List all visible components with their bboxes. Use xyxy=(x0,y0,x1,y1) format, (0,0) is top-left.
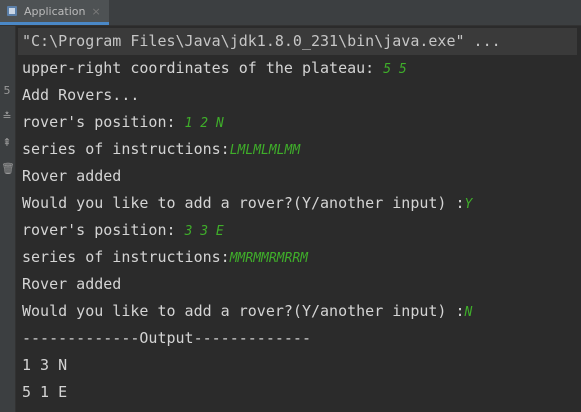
tab-label: Application xyxy=(24,4,86,18)
console-user-input: 5 5 xyxy=(383,62,407,77)
tool-window-tab-bar: Application × xyxy=(0,0,581,26)
console-prompt: series of instructions: xyxy=(22,140,230,158)
console-line: Rover added xyxy=(22,271,577,298)
console-command-line: "C:\Program Files\Java\jdk1.8.0_231\bin\… xyxy=(18,28,577,55)
console-user-input: N xyxy=(464,305,473,320)
console-user-input: Y xyxy=(464,197,473,212)
console-prompt: Add Rovers... xyxy=(22,86,140,104)
console-toolbar: 5 ≛ ⇞ 🗑 xyxy=(0,26,16,412)
console-user-input: 1 2 N xyxy=(184,116,224,131)
console-line: series of instructions:LMLMLMLMM xyxy=(22,136,577,163)
console-user-input: MMRMMRMRRM xyxy=(229,251,308,266)
scroll-to-end-icon[interactable]: ≛ xyxy=(1,110,13,124)
clear-all-icon[interactable]: 🗑 xyxy=(1,162,15,176)
close-icon[interactable]: × xyxy=(91,5,100,18)
tab-application[interactable]: Application × xyxy=(0,0,109,25)
console-line: -------------Output------------- xyxy=(22,325,577,352)
console-line: Add Rovers... xyxy=(22,82,577,109)
console-line: rover's position: 3 3 E xyxy=(22,217,577,244)
console-prompt: rover's position: xyxy=(22,221,185,239)
console-line: Would you like to add a rover?(Y/another… xyxy=(22,190,577,217)
console-output[interactable]: "C:\Program Files\Java\jdk1.8.0_231\bin\… xyxy=(18,28,577,406)
console-prompt: 1 3 N xyxy=(22,356,68,374)
print-icon[interactable]: ⇞ xyxy=(1,136,13,150)
console-prompt: series of instructions: xyxy=(22,248,230,266)
console-prompt: Rover added xyxy=(22,167,122,185)
console-line: Rover added xyxy=(22,163,577,190)
console-user-input: LMLMLMLMM xyxy=(229,143,301,158)
run-config-icon xyxy=(6,5,18,17)
console-prompt: Would you like to add a rover?(Y/another… xyxy=(22,302,465,320)
console-prompt: -------------Output------------- xyxy=(22,329,311,347)
console-line: series of instructions:MMRMMRMRRM xyxy=(22,244,577,271)
console-prompt: rover's position: xyxy=(22,113,185,131)
soft-wrap-icon[interactable]: 5 xyxy=(1,84,13,98)
console-line: 5 1 E xyxy=(22,379,577,406)
console-line: rover's position: 1 2 N xyxy=(22,109,577,136)
console-user-input: 3 3 E xyxy=(184,224,224,239)
console-prompt: 5 1 E xyxy=(22,383,68,401)
console-prompt: Rover added xyxy=(22,275,122,293)
console-line: upper-right coordinates of the plateau: … xyxy=(22,55,577,82)
console-line: 1 3 N xyxy=(22,352,577,379)
console-prompt: Would you like to add a rover?(Y/another… xyxy=(22,194,465,212)
console-line: Would you like to add a rover?(Y/another… xyxy=(22,298,577,325)
console-prompt: upper-right coordinates of the plateau: xyxy=(22,59,384,77)
